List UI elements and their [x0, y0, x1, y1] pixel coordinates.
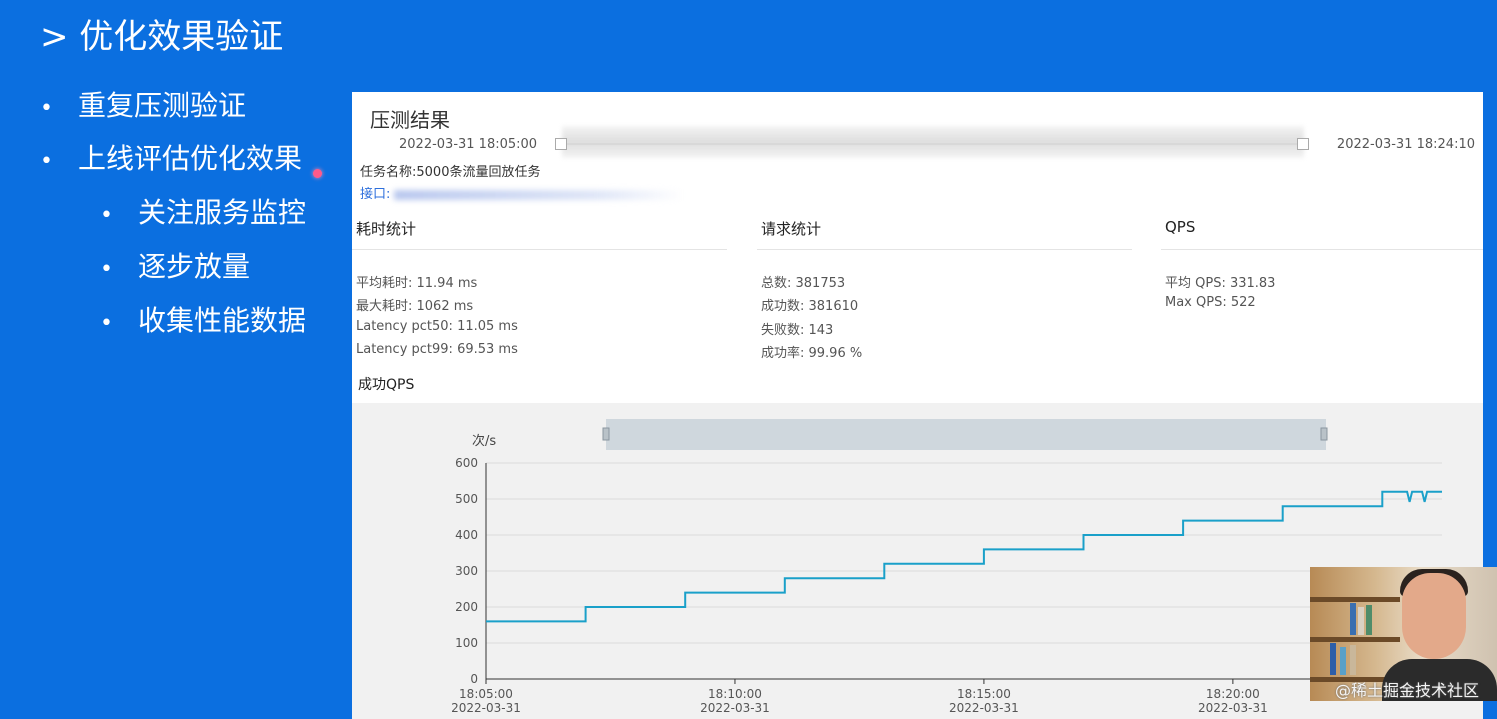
y-tick-label: 100 — [455, 636, 478, 650]
qps-series-line — [486, 490, 1442, 623]
watermark: @稀土掘金技术社区 — [1334, 681, 1479, 700]
request-stat: 成功数: 381610 — [761, 299, 859, 314]
chart-zoom-bar[interactable] — [606, 419, 1326, 450]
bullet-text: 重复压测验证 — [78, 89, 247, 122]
latency-section-title: 耗时统计 — [356, 220, 417, 238]
task-name: 任务名称:5000条流量回放任务 — [360, 165, 541, 180]
book — [1358, 607, 1364, 635]
y-tick-label: 200 — [455, 600, 478, 614]
time-range-start: 2022-03-31 18:05:00 — [399, 137, 538, 152]
bookshelf — [1310, 597, 1400, 602]
time-range-end-handle[interactable] — [1297, 138, 1309, 150]
qps-section-title: QPS — [1165, 218, 1196, 236]
api-link[interactable]: 接口: — [360, 183, 390, 202]
time-range-end: 2022-03-31 18:24:10 — [1336, 137, 1475, 152]
request-stat: 成功率: 99.96 % — [761, 346, 863, 361]
chart-zoom-right-handle[interactable] — [1320, 427, 1328, 441]
time-range-slider-track[interactable] — [562, 126, 1304, 158]
x-tick-date: 2022-03-31 — [451, 701, 521, 715]
sub-bullet-item: • 逐步放量 — [100, 249, 250, 288]
chart-zoom-left-handle[interactable] — [602, 427, 610, 441]
time-range-slider-line — [566, 143, 1302, 145]
laser-pointer-dot — [313, 169, 322, 178]
latency-stat: Latency pct50: 11.05 ms — [356, 319, 518, 334]
qps-stat: 平均 QPS: 331.83 — [1165, 276, 1276, 291]
time-range-start-handle[interactable] — [555, 138, 567, 150]
x-tick-label: 18:20:00 — [1206, 687, 1260, 701]
bullet-dot: • — [100, 311, 113, 336]
bullet-dot: • — [40, 149, 53, 174]
bullet-text: 关注服务监控 — [138, 196, 307, 229]
sub-bullet-item: • 关注服务监控 — [100, 195, 306, 234]
latency-stat: 平均耗时: 11.94 ms — [356, 276, 478, 291]
y-tick-label: 500 — [455, 492, 478, 506]
y-tick-label: 600 — [455, 456, 478, 470]
bullet-item: • 上线评估优化效果 — [40, 141, 302, 180]
section-divider — [757, 249, 1132, 250]
y-axis-label: 次/s — [472, 433, 496, 449]
bullet-text: 逐步放量 — [138, 250, 251, 283]
sub-bullet-item: • 收集性能数据 — [100, 303, 306, 342]
book — [1350, 603, 1356, 635]
qps-stat: Max QPS: 522 — [1165, 295, 1256, 310]
x-tick-label: 18:05:00 — [459, 687, 513, 701]
api-redacted-value — [394, 190, 684, 200]
bullet-item: • 重复压测验证 — [40, 88, 246, 127]
request-section-title: 请求统计 — [761, 220, 822, 238]
y-tick-label: 400 — [455, 528, 478, 542]
book — [1330, 643, 1336, 675]
book — [1340, 647, 1346, 675]
x-tick-date: 2022-03-31 — [949, 701, 1019, 715]
x-tick-date: 2022-03-31 — [700, 701, 770, 715]
y-tick-label: 0 — [470, 672, 478, 686]
request-stat: 总数: 381753 — [761, 276, 846, 291]
request-stat: 失败数: 143 — [761, 323, 834, 338]
presenter-face — [1402, 573, 1466, 659]
latency-stat: 最大耗时: 1062 ms — [356, 299, 474, 314]
chart-title: 成功QPS — [358, 377, 415, 393]
section-divider — [352, 249, 727, 250]
panel-title: 压测结果 — [370, 108, 450, 132]
latency-stat: Latency pct99: 69.53 ms — [356, 342, 518, 357]
bullet-dot: • — [100, 203, 113, 228]
x-tick-label: 18:10:00 — [708, 687, 762, 701]
bullet-text: 上线评估优化效果 — [78, 142, 303, 175]
y-tick-label: 300 — [455, 564, 478, 578]
x-tick-date: 2022-03-31 — [1198, 701, 1268, 715]
bookshelf — [1310, 637, 1400, 642]
bullet-dot: • — [100, 257, 113, 282]
bullet-dot: • — [40, 96, 53, 121]
section-divider — [1161, 249, 1483, 250]
slide-title: > 优化效果验证 — [40, 17, 284, 57]
book — [1350, 645, 1356, 675]
bullet-text: 收集性能数据 — [138, 304, 307, 337]
book — [1366, 605, 1372, 635]
x-tick-label: 18:15:00 — [957, 687, 1011, 701]
